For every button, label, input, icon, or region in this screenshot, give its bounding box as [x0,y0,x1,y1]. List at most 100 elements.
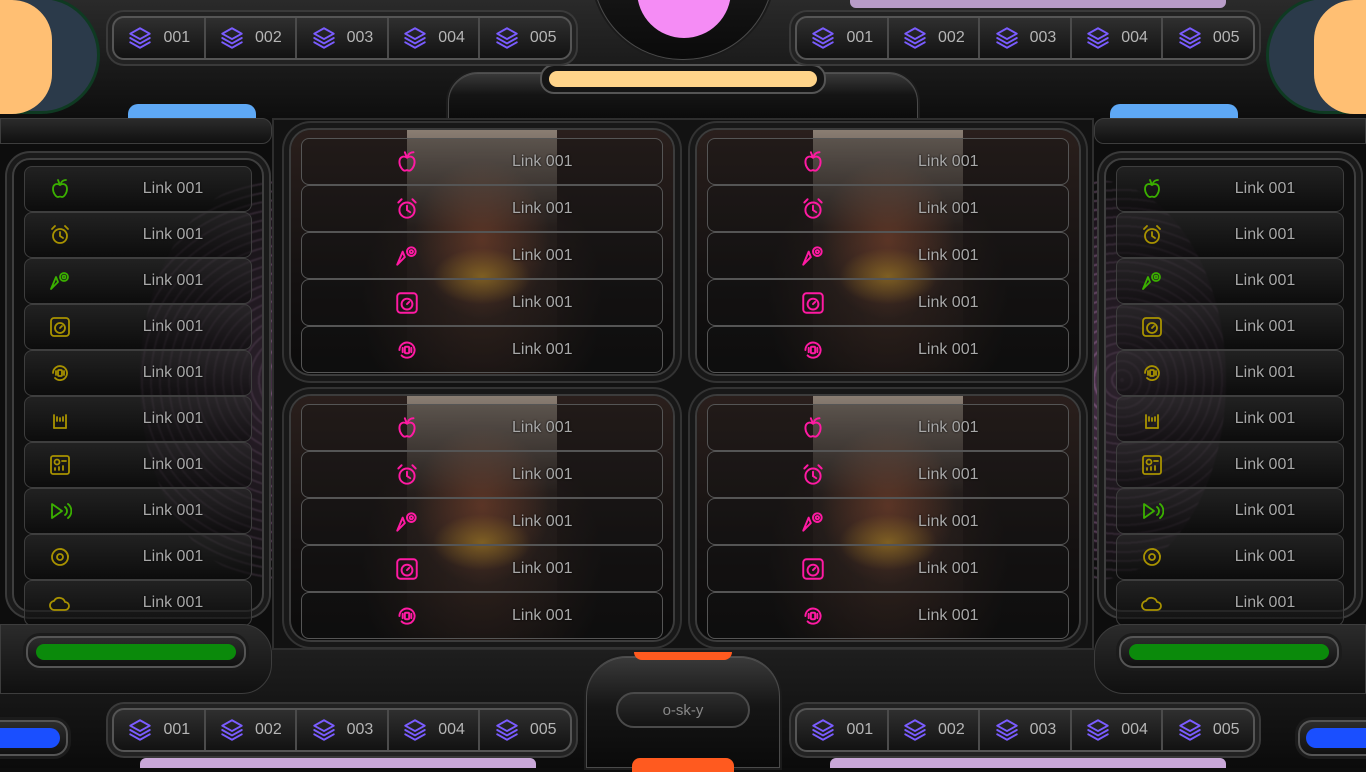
side-link-row[interactable]: Link 001 [24,350,252,396]
side-link-row[interactable]: Link 001 [24,442,252,488]
card-link-row[interactable]: Link 001 [301,138,663,185]
card-link-row[interactable]: Link 001 [301,404,663,451]
vibrate-circle-icon [398,341,416,359]
top-nav-right-item-1[interactable]: 001 [797,18,889,58]
apple-icon [708,149,918,175]
left-blue-tab[interactable] [128,104,256,118]
apple-icon [1144,179,1160,198]
side-link-row[interactable]: Link 001 [24,580,252,626]
apple-icon [1117,177,1187,201]
layers-icon [494,25,520,51]
side-link-row[interactable]: Link 001 [1116,396,1344,442]
card-link-row[interactable]: Link 001 [301,545,663,592]
nav-item-label: 002 [255,721,282,738]
side-link-row[interactable]: Link 001 [24,488,252,534]
left-link-panel: Link 001 Link 001 Link 001 Link 001 Link 001… [12,158,264,626]
alarm-clock-icon [1143,225,1161,244]
apple-icon [398,150,416,172]
right-green-bar-fill [1129,644,1329,660]
layers-icon [810,25,836,51]
right-blue-tab[interactable] [1110,104,1238,118]
footer-badge[interactable]: o-sk-y [616,692,750,728]
bottom-nav-left-item-5[interactable]: 005 [480,710,570,750]
top-nav-right-item-3[interactable]: 003 [980,18,1072,58]
side-link-row[interactable]: Link 001 [1116,580,1344,626]
alarm-clock-icon [51,225,69,244]
side-link-row[interactable]: Link 001 [24,396,252,442]
nav-item-label: 003 [1029,721,1057,738]
card-link-row[interactable]: Link 001 [301,451,663,498]
card-link-label: Link 001 [512,246,573,264]
top-nav-left-item-2[interactable]: 002 [206,18,298,58]
layers-icon [1085,717,1111,743]
side-link-row[interactable]: Link 001 [1116,534,1344,580]
side-link-label: Link 001 [142,594,204,611]
alarm-clock-icon [302,196,512,222]
card-link-row[interactable]: Link 001 [301,232,663,279]
layers-icon [127,717,153,743]
card-link-row[interactable]: Link 001 [301,592,663,639]
bottom-nav-right-item-5[interactable]: 005 [1163,710,1253,750]
bottom-nav-left-item-2[interactable]: 002 [206,710,298,750]
card-link-row[interactable]: Link 001 [707,138,1069,185]
card-link-row[interactable]: Link 001 [707,232,1069,279]
top-left-peach-orb [0,0,52,114]
card-link-row[interactable]: Link 001 [707,404,1069,451]
side-link-row[interactable]: Link 001 [24,166,252,212]
top-nav-right-item-4[interactable]: 004 [1072,18,1164,58]
top-nav-left-item-1[interactable]: 001 [114,18,206,58]
bottom-right-lilac-strip [830,758,1226,768]
side-link-row[interactable]: Link 001 [1116,212,1344,258]
location-target-icon [50,272,69,290]
side-link-row[interactable]: Link 001 [24,212,252,258]
card-link-row[interactable]: Link 001 [707,326,1069,373]
side-link-row[interactable]: Link 001 [1116,258,1344,304]
apple-icon [25,177,95,201]
bottom-nav-right-item-3[interactable]: 003 [980,710,1072,750]
cloud-heart-icon [1141,596,1162,611]
side-link-row[interactable]: Link 001 [24,258,252,304]
bottom-nav-right-item-4[interactable]: 004 [1072,710,1164,750]
side-link-row[interactable]: Link 001 [1116,442,1344,488]
top-nav-left-item-4[interactable]: 004 [389,18,481,58]
nav-item-label: 001 [163,721,191,738]
side-link-label: Link 001 [1234,364,1296,381]
card-link-row[interactable]: Link 001 [301,279,663,326]
card-link-row[interactable]: Link 001 [707,498,1069,545]
top-nav-left-item-3[interactable]: 003 [297,18,389,58]
nav-item-label: 002 [938,721,965,738]
bottom-nav-right-item-2[interactable]: 002 [889,710,981,750]
bottom-nav-left-item-1[interactable]: 001 [114,710,206,750]
card-link-row[interactable]: Link 001 [301,498,663,545]
timer-square-icon [25,315,95,339]
bottom-nav-right: 001 002 003 004 005 [795,708,1255,752]
card-link-row[interactable]: Link 001 [707,185,1069,232]
side-link-row[interactable]: Link 001 [1116,488,1344,534]
side-link-row[interactable]: Link 001 [1116,304,1344,350]
alarm-clock-icon [1117,223,1187,247]
side-link-row[interactable]: Link 001 [1116,350,1344,396]
nav-item-label: 005 [529,721,557,738]
bottom-nav-left-item-4[interactable]: 004 [389,710,481,750]
side-link-label: Link 001 [1234,272,1296,289]
disc-icon [1117,545,1187,569]
side-link-row[interactable]: Link 001 [24,534,252,580]
layers-icon [1177,717,1203,743]
timer-square-icon [302,556,512,582]
bottom-nav-right-item-1[interactable]: 001 [797,710,889,750]
side-link-row[interactable]: Link 001 [24,304,252,350]
right-green-bar [1119,636,1339,668]
card-link-row[interactable]: Link 001 [301,185,663,232]
top-nav-right-item-2[interactable]: 002 [889,18,981,58]
top-nav-left-item-5[interactable]: 005 [480,18,570,58]
card-link-row[interactable]: Link 001 [707,545,1069,592]
card-link-row[interactable]: Link 001 [707,592,1069,639]
top-nav-right-item-5[interactable]: 005 [1163,18,1253,58]
card-bottom-left: Link 001 Link 001 Link 001 Link 001 Link 001 [289,394,675,642]
card-link-row[interactable]: Link 001 [707,279,1069,326]
card-link-row[interactable]: Link 001 [707,451,1069,498]
card-link-row[interactable]: Link 001 [301,326,663,373]
card-link-label: Link 001 [918,340,979,358]
side-link-row[interactable]: Link 001 [1116,166,1344,212]
bottom-nav-left-item-3[interactable]: 003 [297,710,389,750]
